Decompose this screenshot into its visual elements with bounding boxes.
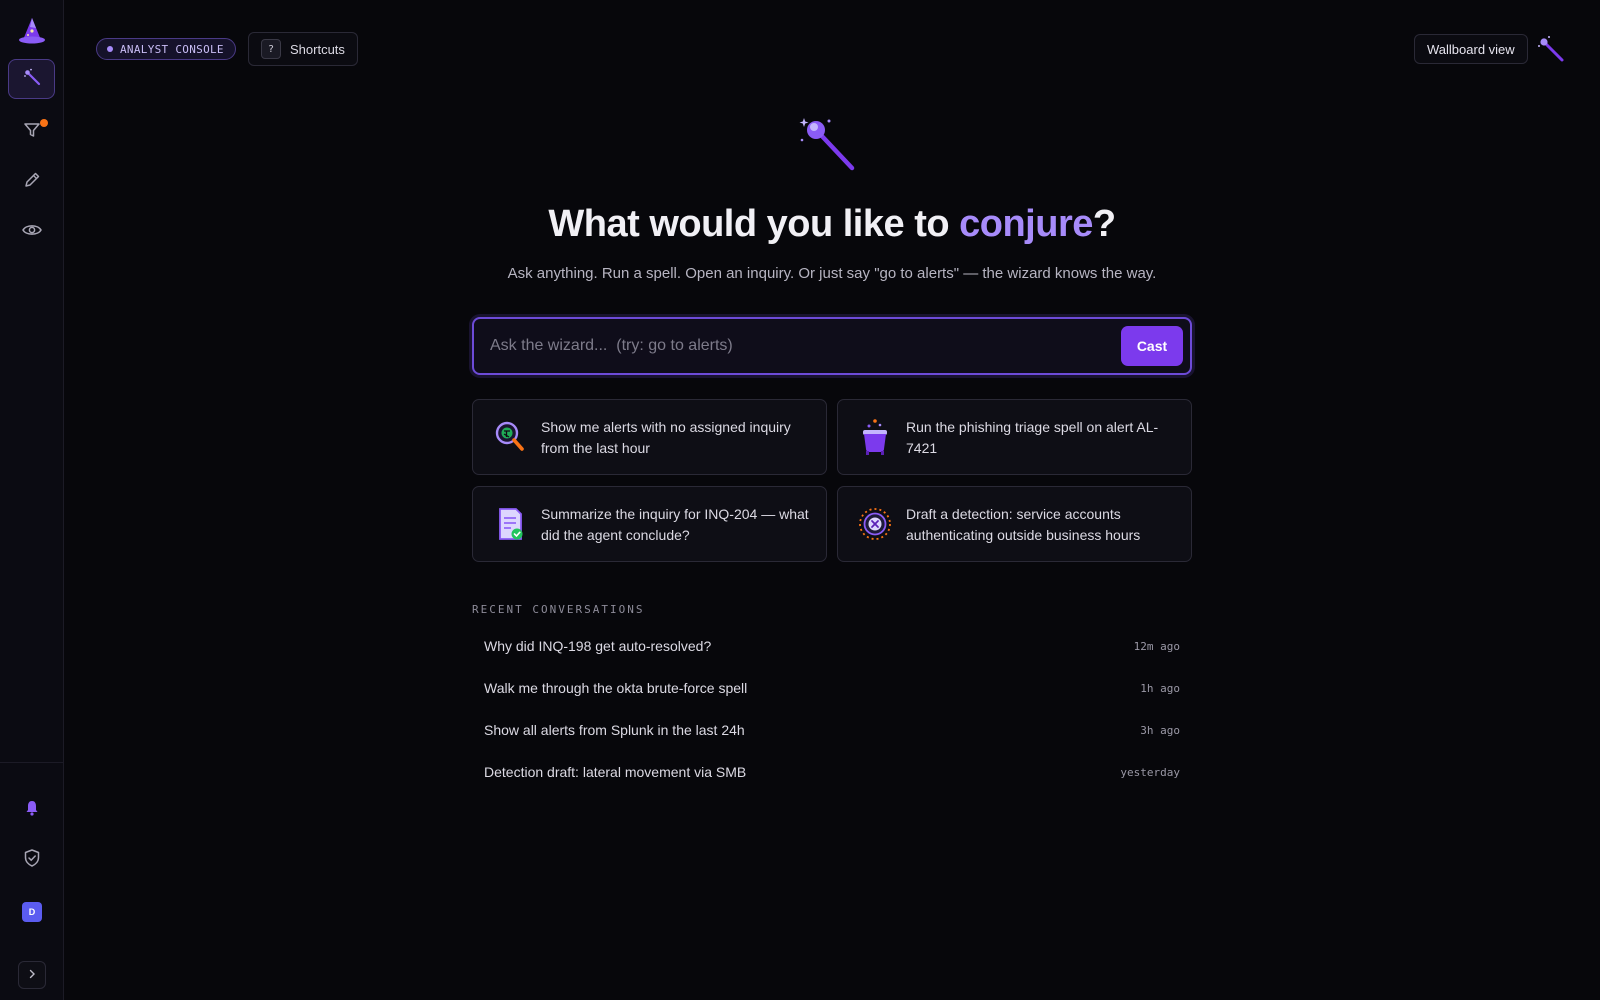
console-label: ANALYST CONSOLE bbox=[120, 42, 224, 56]
status-dot bbox=[107, 46, 113, 52]
magic-wand-icon bbox=[22, 67, 42, 92]
headline-suffix: ? bbox=[1092, 203, 1116, 245]
conversation-title: Why did INQ-198 get auto-resolved? bbox=[484, 638, 712, 654]
sidebar-item-notifications[interactable] bbox=[8, 790, 55, 830]
conversation-title: Walk me through the okta brute-force spe… bbox=[484, 680, 748, 696]
conversation-timestamp: yesterday bbox=[1120, 766, 1180, 779]
conversation-title: Detection draft: lateral movement via SM… bbox=[484, 764, 747, 780]
shortcuts-button[interactable]: ? Shortcuts bbox=[248, 32, 358, 66]
analyst-console-badge: ANALYST CONSOLE bbox=[96, 38, 236, 60]
suggestion-text: Show me alerts with no assigned inquiry … bbox=[541, 419, 791, 456]
conversation-title: Show all alerts from Splunk in the last … bbox=[484, 722, 745, 738]
pencil-icon bbox=[22, 170, 42, 195]
headline-prefix: What would you like to bbox=[548, 203, 960, 245]
filter-funnel-icon bbox=[22, 120, 42, 145]
sidebar: D bbox=[0, 0, 64, 1000]
suggestion-card-unassigned-alerts[interactable]: Show me alerts with no assigned inquiry … bbox=[472, 399, 827, 475]
recent-conversation-item[interactable]: Walk me through the okta brute-force spe… bbox=[472, 669, 1192, 709]
chevron-right-icon bbox=[27, 966, 37, 984]
sidebar-item-wizard[interactable] bbox=[8, 59, 55, 99]
cauldron-icon bbox=[858, 418, 892, 456]
search-box: Cast bbox=[472, 317, 1192, 375]
suggestion-text: Run the phishing triage spell on alert A… bbox=[906, 419, 1159, 456]
notification-badge bbox=[40, 119, 48, 127]
sidebar-item-alerts[interactable] bbox=[8, 112, 55, 152]
search-input[interactable] bbox=[490, 319, 1090, 373]
shortcuts-label: Shortcuts bbox=[290, 41, 345, 57]
sidebar-item-security[interactable] bbox=[8, 840, 55, 880]
suggestion-card-phishing-triage[interactable]: Run the phishing triage spell on alert A… bbox=[837, 399, 1192, 475]
recent-conversation-item[interactable]: Show all alerts from Splunk in the last … bbox=[472, 711, 1192, 751]
headline-accent: conjure bbox=[959, 203, 1093, 245]
suggestion-text: Summarize the inquiry for INQ-204 — what… bbox=[541, 506, 809, 543]
sidebar-divider bbox=[0, 762, 64, 763]
rune-circle-icon bbox=[858, 505, 892, 543]
sidebar-item-detections[interactable] bbox=[8, 162, 55, 202]
hero-magic-wand-icon bbox=[798, 116, 858, 174]
recent-conversation-item[interactable]: Detection draft: lateral movement via SM… bbox=[472, 753, 1192, 793]
conversation-timestamp: 12m ago bbox=[1133, 640, 1180, 653]
shortcut-key: ? bbox=[261, 39, 281, 59]
recent-conversation-item[interactable]: Why did INQ-198 get auto-resolved? 12m a… bbox=[472, 627, 1192, 667]
cast-button[interactable]: Cast bbox=[1121, 326, 1183, 366]
conversation-timestamp: 1h ago bbox=[1140, 682, 1180, 695]
page-subtitle: Ask anything. Run a spell. Open an inqui… bbox=[507, 265, 1157, 282]
magnifier-icon bbox=[493, 418, 527, 456]
suggestion-card-draft-detection[interactable]: Draft a detection: service accounts auth… bbox=[837, 486, 1192, 562]
bell-icon bbox=[24, 799, 40, 822]
page-title: What would you like to conjure? bbox=[0, 203, 1600, 246]
shield-check-icon bbox=[22, 848, 42, 873]
wizard-hat-logo-icon[interactable] bbox=[17, 16, 47, 46]
user-avatar[interactable]: D bbox=[22, 902, 42, 922]
suggestion-text: Draft a detection: service accounts auth… bbox=[906, 506, 1141, 543]
suggestion-card-summarize-inquiry[interactable]: Summarize the inquiry for INQ-204 — what… bbox=[472, 486, 827, 562]
recent-conversations-heading: RECENT CONVERSATIONS bbox=[472, 603, 645, 616]
conversation-timestamp: 3h ago bbox=[1140, 724, 1180, 737]
wallboard-view-button[interactable]: Wallboard view bbox=[1414, 34, 1528, 64]
scroll-icon bbox=[493, 505, 527, 543]
magic-wand-icon[interactable] bbox=[1536, 34, 1566, 64]
expand-sidebar-button[interactable] bbox=[18, 961, 46, 989]
